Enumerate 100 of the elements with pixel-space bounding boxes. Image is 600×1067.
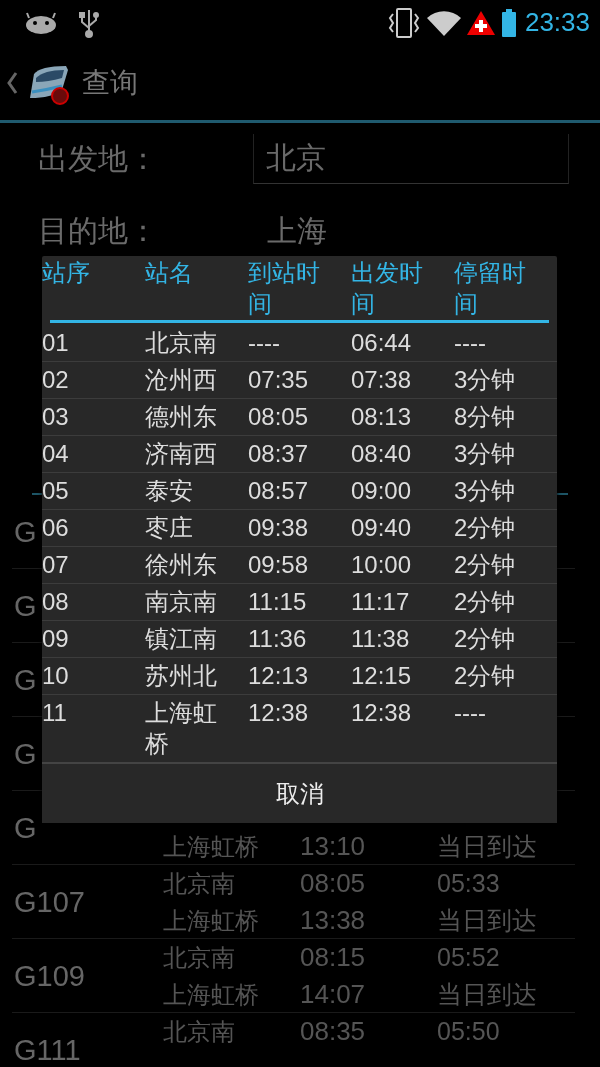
table-cell-text: 2分钟 bbox=[454, 661, 517, 691]
column-header: 站序 bbox=[42, 258, 91, 289]
table-cell-text: 镇江南 bbox=[145, 624, 218, 654]
table-cell-text: 泰安 bbox=[145, 476, 194, 506]
vibrate-icon bbox=[386, 7, 421, 38]
duration-text: 05:50 bbox=[437, 1017, 501, 1046]
column-header: 停留时间 bbox=[454, 258, 527, 320]
table-cell-text: 09 bbox=[42, 624, 70, 654]
table-cell-text: 10:00 bbox=[351, 550, 413, 580]
table-cell-text: 08:40 bbox=[351, 439, 413, 469]
table-cell-text: 08:57 bbox=[248, 476, 310, 506]
table-cell-text: 07:35 bbox=[248, 365, 310, 395]
table-cell-text: 08:13 bbox=[351, 402, 413, 432]
station-name: 北京南 bbox=[163, 868, 236, 900]
train-number: G bbox=[13, 515, 37, 549]
table-cell-text: 2分钟 bbox=[454, 587, 517, 617]
table-cell-text: ---- bbox=[248, 328, 281, 358]
table-cell-text: 上海虹桥 bbox=[145, 698, 218, 759]
time-text: 13:10 bbox=[300, 831, 367, 862]
table-cell-text: 3分钟 bbox=[454, 365, 517, 395]
duration-text: 05:33 bbox=[437, 869, 501, 898]
train-number: G bbox=[13, 811, 37, 845]
wifi-icon bbox=[426, 9, 461, 36]
usb-icon bbox=[79, 7, 99, 38]
table-cell-text: 2分钟 bbox=[454, 513, 517, 543]
table-cell-text: 05 bbox=[42, 476, 70, 506]
android-icon bbox=[25, 11, 57, 34]
station-name: 上海虹桥 bbox=[163, 831, 260, 863]
time-text: 08:35 bbox=[300, 1016, 367, 1047]
time-text: 08:15 bbox=[300, 942, 367, 973]
column-header: 站名 bbox=[145, 258, 194, 289]
train-number: G109 bbox=[13, 959, 85, 993]
train-number: G111 bbox=[13, 1033, 81, 1067]
table-cell-text: 3分钟 bbox=[454, 476, 517, 506]
table-cell-text: 德州东 bbox=[145, 402, 218, 432]
table-cell-text: 沧州西 bbox=[145, 365, 218, 395]
column-header: 出发时间 bbox=[351, 258, 424, 320]
table-cell-text: 04 bbox=[42, 439, 70, 469]
table-cell-text: 12:15 bbox=[351, 661, 413, 691]
time-text: 13:38 bbox=[300, 905, 367, 936]
table-cell-text: 02 bbox=[42, 365, 70, 395]
table-cell-text: 枣庄 bbox=[145, 513, 194, 543]
table-cell-text: 12:38 bbox=[351, 698, 413, 728]
table-cell-text: ---- bbox=[454, 328, 487, 358]
column-header: 到站时间 bbox=[248, 258, 321, 320]
table-cell-text: 2分钟 bbox=[454, 550, 517, 580]
table-cell-text: 10 bbox=[42, 661, 70, 691]
table-cell-text: 08:05 bbox=[248, 402, 310, 432]
table-cell-text: 01 bbox=[42, 328, 70, 358]
back-icon[interactable] bbox=[6, 70, 18, 95]
warning-icon bbox=[466, 10, 495, 35]
station-field[interactable]: 北京 bbox=[253, 134, 569, 184]
screen-title: 查询 bbox=[82, 64, 138, 101]
table-cell-text: 07 bbox=[42, 550, 70, 580]
table-cell-text: 07:38 bbox=[351, 365, 413, 395]
table-cell-text: 2分钟 bbox=[454, 624, 517, 654]
table-cell-text: 北京南 bbox=[145, 328, 218, 358]
table-cell-text: 11:15 bbox=[248, 587, 308, 617]
table-cell-text: 11:36 bbox=[248, 624, 308, 654]
arrival-note: 当日到达 bbox=[437, 905, 538, 936]
table-cell-text: 南京南 bbox=[145, 587, 218, 617]
table-cell-text: 11:38 bbox=[351, 624, 411, 654]
table-cell-text: 济南西 bbox=[145, 439, 218, 469]
arrival-note: 当日到达 bbox=[437, 979, 538, 1010]
station-value: 上海 bbox=[266, 211, 327, 250]
station-name: 北京南 bbox=[163, 942, 236, 974]
table-cell-text: 11:17 bbox=[351, 587, 411, 617]
train-number: G bbox=[13, 589, 37, 623]
field-label: 出发地： bbox=[38, 139, 159, 178]
battery-icon bbox=[500, 8, 517, 37]
train-number: G107 bbox=[13, 885, 85, 919]
cancel-button[interactable]: 取消 bbox=[42, 763, 557, 823]
clock: 23:33 bbox=[524, 7, 590, 38]
table-cell-text: 08 bbox=[42, 587, 70, 617]
table-cell-text: ---- bbox=[454, 698, 487, 728]
table-cell-text: 03 bbox=[42, 402, 70, 432]
table-cell-text: 09:38 bbox=[248, 513, 310, 543]
table-cell-text: 12:13 bbox=[248, 661, 310, 691]
table-cell-text: 3分钟 bbox=[454, 439, 517, 469]
table-cell-text: 8分钟 bbox=[454, 402, 517, 432]
table-cell-text: 12:38 bbox=[248, 698, 310, 728]
time-text: 14:07 bbox=[300, 979, 367, 1010]
table-cell-text: 11 bbox=[42, 698, 68, 728]
table-cell-text: 09:40 bbox=[351, 513, 413, 543]
station-name: 上海虹桥 bbox=[163, 905, 260, 937]
table-cell-text: 06 bbox=[42, 513, 70, 543]
table-cell-text: 徐州东 bbox=[145, 550, 218, 580]
train-number: G bbox=[13, 663, 37, 697]
table-cell-text: 06:44 bbox=[351, 328, 413, 358]
station-name: 上海虹桥 bbox=[163, 979, 260, 1011]
train-number: G bbox=[13, 737, 37, 771]
duration-text: 05:52 bbox=[437, 943, 501, 972]
time-text: 08:05 bbox=[300, 868, 367, 899]
table-cell-text: 09:58 bbox=[248, 550, 310, 580]
arrival-note: 当日到达 bbox=[437, 831, 538, 862]
station-name: 北京南 bbox=[163, 1016, 236, 1048]
table-cell-text: 09:00 bbox=[351, 476, 413, 506]
table-cell-text: 08:37 bbox=[248, 439, 310, 469]
field-label: 目的地： bbox=[38, 211, 159, 250]
table-cell-text: 苏州北 bbox=[145, 661, 218, 691]
